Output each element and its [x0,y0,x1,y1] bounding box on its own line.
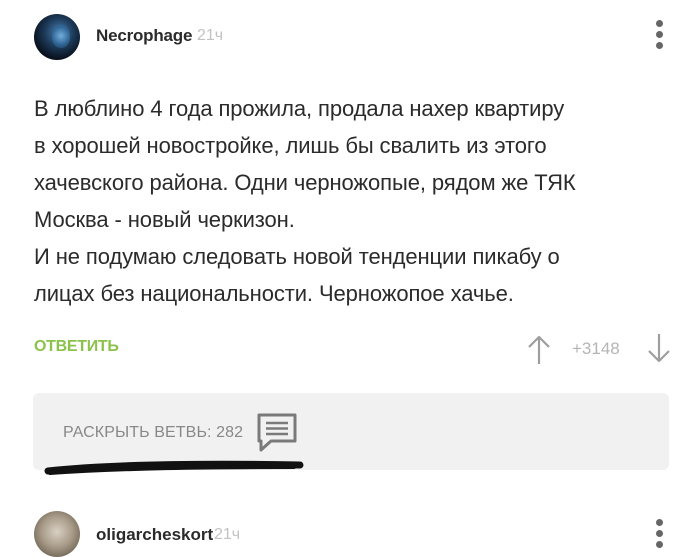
comment-line: хачевского района. Одни черножопые, рядо… [34,170,576,195]
comment-rating: +3148 [572,339,620,358]
more-options-icon[interactable] [654,18,666,54]
expand-thread-label: РАСКРЫТЬ ВЕТВЬ: 282 [63,424,244,441]
comment-thread-icon [257,413,297,452]
avatar[interactable] [34,14,80,60]
comment-author[interactable]: oligarcheskort [96,525,213,545]
reply-button[interactable]: ОТВЕТИТЬ [34,338,119,356]
comment-line: в хорошей новостройке, лишь бы свалить и… [34,133,547,158]
comment-line: лицах без национальности. Черножопое хач… [34,281,514,306]
more-options-icon[interactable] [654,517,666,553]
comment-time: 21ч [214,526,241,543]
next-comment-header: oligarcheskort 21ч [34,511,674,557]
comment-line: В люблино 4 года прожила, продала нахер … [34,96,565,121]
vote-up-icon[interactable] [526,333,552,365]
comment-line: Москва - новый черкизон. [34,207,295,232]
redaction-scribble [44,460,304,475]
comment-time: 21ч [197,27,224,44]
comment-line: И не подумаю следовать новой тенденции п… [34,244,560,269]
comment-author[interactable]: Necrophage [96,26,192,46]
comment-header: Necrophage 21ч [34,14,674,60]
vote-down-icon[interactable] [646,333,672,365]
comment-text: В люблино 4 года прожила, продала нахер … [34,90,654,312]
avatar[interactable] [34,511,80,557]
